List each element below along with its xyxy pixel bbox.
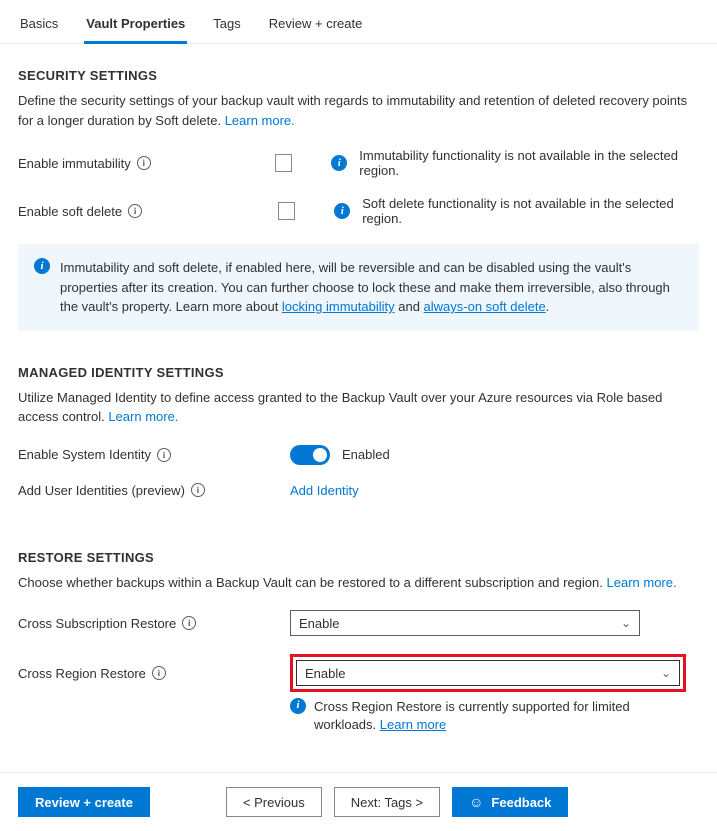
enable-system-identity-row: Enable System Identity i Enabled — [18, 445, 699, 465]
select-value: Enable — [299, 616, 339, 631]
enable-system-identity-label: Enable System Identity — [18, 447, 151, 462]
crr-learn-more-link[interactable]: Learn more — [380, 717, 446, 732]
security-settings-desc: Define the security settings of your bac… — [18, 91, 699, 130]
select-value: Enable — [305, 666, 345, 681]
info-icon: i — [334, 203, 350, 219]
tab-tags[interactable]: Tags — [211, 10, 242, 43]
info-icon[interactable]: i — [182, 616, 196, 630]
previous-button[interactable]: < Previous — [226, 787, 322, 817]
chevron-down-icon: ⌄ — [661, 666, 671, 680]
managed-identity-title: MANAGED IDENTITY SETTINGS — [18, 365, 699, 380]
banner-text: and — [395, 299, 424, 314]
soft-delete-message: Soft delete functionality is not availab… — [362, 196, 699, 226]
tab-review-create[interactable]: Review + create — [267, 10, 365, 43]
cross-region-restore-select[interactable]: Enable ⌄ — [296, 660, 680, 686]
add-identity-link[interactable]: Add Identity — [290, 483, 359, 498]
cross-subscription-restore-label: Cross Subscription Restore — [18, 616, 176, 631]
tab-basics[interactable]: Basics — [18, 10, 60, 43]
restore-learn-more-link[interactable]: Learn more. — [607, 575, 677, 590]
crr-info-text: Cross Region Restore is currently suppor… — [314, 699, 630, 732]
chevron-down-icon: ⌄ — [621, 616, 631, 630]
security-learn-more-link[interactable]: Learn more. — [225, 113, 295, 128]
info-icon: i — [290, 698, 306, 714]
tab-bar: Basics Vault Properties Tags Review + cr… — [0, 0, 717, 44]
identity-learn-more-link[interactable]: Learn more. — [108, 409, 178, 424]
security-settings-title: SECURITY SETTINGS — [18, 68, 699, 83]
locking-immutability-link[interactable]: locking immutability — [282, 299, 395, 314]
system-identity-toggle[interactable] — [290, 445, 330, 465]
security-desc-text: Define the security settings of your bac… — [18, 93, 687, 128]
info-icon[interactable]: i — [191, 483, 205, 497]
info-icon: i — [34, 258, 50, 274]
cross-region-restore-label: Cross Region Restore — [18, 666, 146, 681]
info-icon[interactable]: i — [152, 666, 166, 680]
banner-text: . — [546, 299, 550, 314]
main-content: SECURITY SETTINGS Define the security se… — [0, 44, 717, 744]
next-button[interactable]: Next: Tags > — [334, 787, 440, 817]
cross-subscription-restore-row: Cross Subscription Restore i Enable ⌄ — [18, 610, 699, 636]
immutability-message: Immutability functionality is not availa… — [359, 148, 699, 178]
feedback-icon — [469, 794, 483, 810]
info-icon: i — [331, 155, 347, 171]
enable-immutability-checkbox[interactable] — [275, 154, 292, 172]
enable-immutability-row: Enable immutability i i Immutability fun… — [18, 148, 699, 178]
info-icon[interactable]: i — [157, 448, 171, 462]
restore-desc-text: Choose whether backups within a Backup V… — [18, 575, 607, 590]
info-icon[interactable]: i — [137, 156, 151, 170]
enable-soft-delete-row: Enable soft delete i i Soft delete funct… — [18, 196, 699, 226]
enabled-text: Enabled — [342, 447, 390, 462]
security-info-banner: i Immutability and soft delete, if enabl… — [18, 244, 699, 331]
feedback-button[interactable]: Feedback — [452, 787, 568, 817]
enable-soft-delete-label: Enable soft delete — [18, 204, 122, 219]
managed-identity-desc: Utilize Managed Identity to define acces… — [18, 388, 699, 427]
enable-soft-delete-checkbox[interactable] — [278, 202, 295, 220]
restore-settings-desc: Choose whether backups within a Backup V… — [18, 573, 699, 593]
highlight-box: Enable ⌄ — [290, 654, 686, 692]
review-create-button[interactable]: Review + create — [18, 787, 150, 817]
cross-subscription-restore-select[interactable]: Enable ⌄ — [290, 610, 640, 636]
add-user-identities-label: Add User Identities (preview) — [18, 483, 185, 498]
enable-immutability-label: Enable immutability — [18, 156, 131, 171]
footer-bar: Review + create < Previous Next: Tags > … — [0, 773, 717, 831]
crr-info-row: i Cross Region Restore is currently supp… — [290, 698, 690, 734]
always-on-soft-delete-link[interactable]: always-on soft delete — [424, 299, 546, 314]
info-icon[interactable]: i — [128, 204, 142, 218]
feedback-label: Feedback — [491, 795, 551, 810]
cross-region-restore-row: Cross Region Restore i Enable ⌄ — [18, 654, 699, 692]
tab-vault-properties[interactable]: Vault Properties — [84, 10, 187, 44]
restore-settings-title: RESTORE SETTINGS — [18, 550, 699, 565]
add-user-identities-row: Add User Identities (preview) i Add Iden… — [18, 483, 699, 498]
